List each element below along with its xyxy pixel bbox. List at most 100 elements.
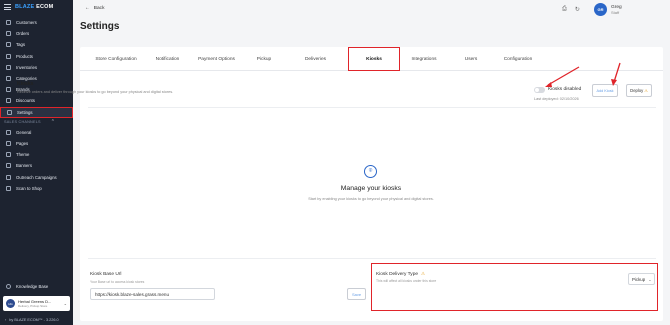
user-icon: [6, 20, 11, 26]
sidebar: BLAZE ECOM Customers Orders Tags Products In…: [0, 0, 73, 325]
print-icon[interactable]: ⎙: [562, 6, 567, 13]
qr-icon: [6, 185, 11, 191]
sidebar-item-label: Orders: [16, 31, 30, 37]
sidebar-item-label: Tags: [16, 42, 26, 48]
sidebar-item-categories[interactable]: Categories: [0, 73, 73, 84]
inventory-icon: [6, 64, 11, 70]
sidebar-item-label: General: [16, 129, 32, 135]
base-url-label: Kiosk Base Url: [90, 272, 122, 277]
empty-state-description: Start by enabling your kiosks to go beyo…: [308, 197, 434, 201]
collapse-icon[interactable]: ›: [5, 318, 6, 322]
settings-tabs: Store Configuration Notification Payment…: [80, 47, 663, 71]
back-label: Back: [93, 6, 105, 11]
user-menu[interactable]: GR Greg Staff: [594, 3, 622, 16]
back-button[interactable]: ← Back: [85, 6, 104, 11]
megaphone-icon: [6, 174, 11, 180]
delivery-type-label: Kiosk Delivery Type: [376, 271, 419, 277]
theme-icon: [6, 152, 11, 158]
gear-icon: [7, 109, 12, 115]
sidebar-item-banners[interactable]: Banners: [0, 160, 73, 171]
sidebar-item-products[interactable]: Products: [0, 51, 73, 62]
version-label: by BLAZE ECOM™ - 3.226.0: [9, 318, 59, 322]
sidebar-item-scan-to-shop[interactable]: Scan to Shop: [0, 183, 73, 194]
deploy-button[interactable]: Deploy ⚠: [626, 84, 652, 97]
add-kiosk-button[interactable]: Add Kiosk: [592, 84, 618, 97]
user-name: Greg: [611, 4, 622, 10]
tab-payment-options[interactable]: Payment Options: [194, 47, 239, 71]
store-logo: HG: [6, 299, 15, 308]
brand-logo[interactable]: BLAZE ECOM: [15, 4, 53, 10]
kiosks-toggle[interactable]: [534, 87, 545, 93]
location-pin-icon: ⌾: [364, 165, 377, 178]
sidebar-item-customers[interactable]: Customers: [0, 17, 73, 28]
sidebar-item-label: Inventories: [16, 64, 38, 70]
kiosks-toggle-label: Kiosks disabled: [548, 87, 582, 92]
deploy-label: Deploy: [630, 88, 644, 93]
sidebar-item-label: Scan to Shop: [16, 185, 42, 191]
discount-icon: [6, 98, 11, 104]
kiosks-title: Kiosks: [17, 81, 34, 87]
chevron-updown-icon: ⌄: [63, 301, 67, 306]
last-deployed: Last deployed: 02/10/2026: [534, 97, 579, 101]
sidebar-item-label: Theme: [16, 152, 30, 158]
knowledge-base-label: Knowledge Base: [16, 284, 49, 289]
sidebar-item-label: Products: [16, 53, 33, 59]
page-title: Settings: [80, 21, 120, 32]
banner-icon: [6, 163, 11, 169]
page-icon: [6, 140, 11, 146]
tab-configuration[interactable]: Configuration: [498, 47, 538, 71]
delivery-type-select[interactable]: Pickup ⌄: [628, 273, 655, 285]
kiosk-delivery-type-section: Kiosk Delivery Type ⚠ This will affect a…: [371, 263, 658, 311]
chevron-down-icon: ⌄: [648, 276, 652, 282]
sidebar-item-label: Settings: [17, 109, 33, 115]
version-info: › by BLAZE ECOM™ - 3.226.0: [0, 315, 73, 325]
avatar: GR: [594, 3, 607, 16]
sidebar-item-settings[interactable]: Settings: [0, 106, 73, 118]
top-icons: ⎙ ↻: [562, 6, 580, 13]
sidebar-item-inventories[interactable]: Inventories: [0, 62, 73, 73]
sidebar-item-orders[interactable]: Orders: [0, 28, 73, 39]
tab-integrations[interactable]: Integrations: [405, 47, 443, 71]
empty-state-title: Manage your kiosks: [340, 185, 402, 192]
tab-notification[interactable]: Notification: [150, 47, 185, 71]
save-button[interactable]: Save: [347, 288, 366, 300]
sidebar-header: BLAZE ECOM: [0, 0, 73, 14]
tab-store-configuration[interactable]: Store Configuration: [92, 47, 140, 71]
settings-icon: [6, 129, 11, 135]
sidebar-item-tags[interactable]: Tags: [0, 39, 73, 50]
brand-icon: [6, 87, 11, 93]
sidebar-item-label: Pages: [16, 140, 29, 146]
tab-kiosks[interactable]: Kiosks: [348, 47, 400, 71]
category-icon: [6, 76, 11, 82]
sidebar-bottom: Knowledge Base HG Herbal Greens D... Del…: [0, 281, 73, 325]
arrow-left-icon: ←: [85, 6, 90, 11]
user-role: Staff: [611, 9, 620, 15]
kiosks-description: Receive orders and deliver through your …: [17, 90, 174, 94]
menu-icon[interactable]: [4, 4, 11, 10]
tab-deliveries[interactable]: Deliveries: [300, 47, 331, 71]
knowledge-base-link[interactable]: Knowledge Base: [0, 281, 73, 292]
store-subtitle: Delivery, Pickup Store: [18, 304, 48, 308]
sales-channels-label: SALES CHANNELS: [4, 120, 41, 125]
tab-users[interactable]: Users: [460, 47, 482, 71]
store-switcher[interactable]: HG Herbal Greens D... Delivery, Pickup S…: [3, 296, 70, 311]
divider: [88, 107, 656, 108]
sidebar-item-label: Discounts: [16, 98, 35, 104]
box-icon: [6, 53, 11, 59]
base-url-hint: Your Base url to access kiosk stores: [90, 280, 145, 284]
sidebar-item-theme[interactable]: Theme: [0, 149, 73, 160]
warning-icon: ⚠: [421, 271, 426, 276]
refresh-icon[interactable]: ↻: [575, 6, 580, 13]
tab-pickup[interactable]: Pickup: [252, 47, 276, 71]
sidebar-item-general[interactable]: General: [0, 127, 73, 138]
delivery-type-hint: This will affect all kiosks under this s…: [376, 279, 437, 283]
sidebar-item-pages[interactable]: Pages: [0, 138, 73, 149]
sidebar-item-discounts[interactable]: Discounts: [0, 95, 73, 106]
sidebar-item-outreach-campaigns[interactable]: Outreach Campaigns: [0, 171, 73, 182]
sales-channels-header[interactable]: SALES CHANNELS ⌃: [0, 118, 73, 127]
delivery-type-label-row: Kiosk Delivery Type ⚠: [376, 271, 425, 277]
tag-icon: [6, 42, 11, 48]
delivery-type-value: Pickup: [632, 276, 646, 282]
help-icon: [6, 284, 11, 289]
base-url-input[interactable]: https://kiosk.blaze-sales.grass.menu: [90, 288, 215, 300]
